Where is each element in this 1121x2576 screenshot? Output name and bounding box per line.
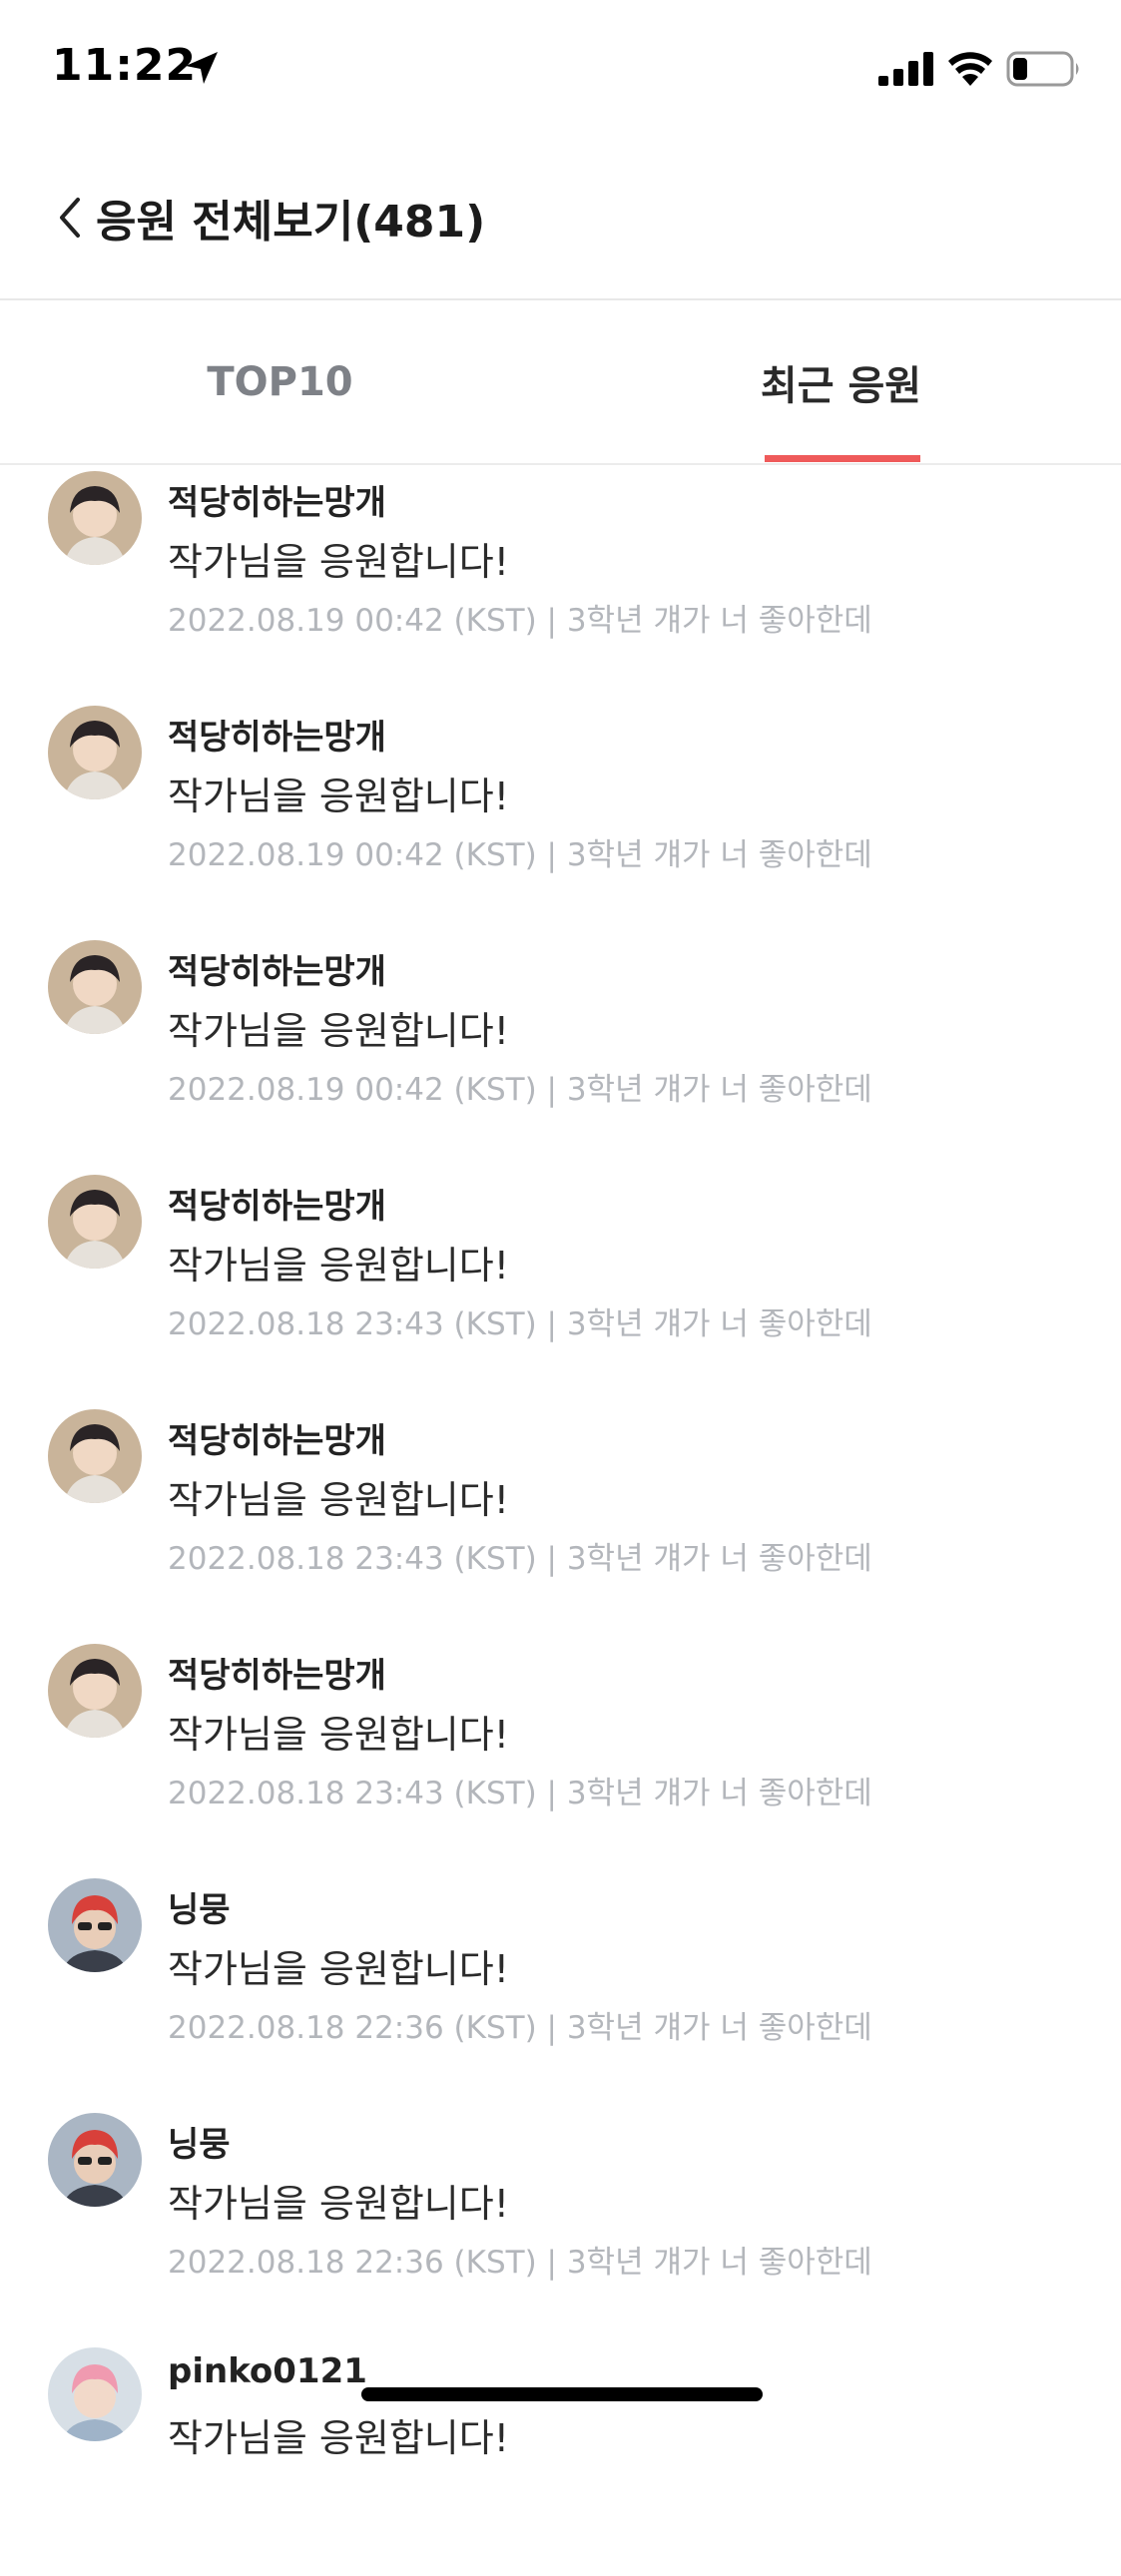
nickname: 적당히하는망개: [168, 718, 386, 758]
cheer-meta: 2022.08.19 00:42 (KST) | 3학년 걔가 너 좋아한데: [168, 603, 872, 639]
cheer-message: 작가님을 응원합니다!: [168, 1244, 509, 1288]
cheer-message: 작가님을 응원합니다!: [168, 1478, 509, 1522]
cellular-signal-icon: [878, 52, 933, 86]
avatar-image: [48, 1644, 142, 1738]
nickname: 적당히하는망개: [168, 1187, 386, 1227]
nickname: 적당히하는망개: [168, 952, 386, 992]
nickname: 닝뭉: [168, 2125, 231, 2165]
cheer-meta: 2022.08.18 22:36 (KST) | 3학년 걔가 너 좋아한데: [168, 2245, 872, 2281]
nickname: 닝뭉: [168, 1890, 231, 1930]
avatar-image: [48, 706, 142, 799]
page-title: 응원 전체보기(481): [96, 197, 486, 248]
cheer-meta: 2022.08.18 23:43 (KST) | 3학년 걔가 너 좋아한데: [168, 1541, 872, 1577]
battery-icon: [1006, 51, 1079, 87]
avatar[interactable]: [48, 706, 142, 799]
tab-top10[interactable]: TOP10: [0, 300, 560, 464]
avatar-image: [48, 2347, 142, 2441]
avatar[interactable]: [48, 471, 142, 565]
avatar[interactable]: [48, 1644, 142, 1738]
cheer-message: 작가님을 응원합니다!: [168, 2182, 509, 2226]
avatar-image: [48, 1878, 142, 1972]
list-item: 적당히하는망개 작가님을 응원합니다! 2022.08.18 23:43 (KS…: [0, 1169, 1121, 1403]
list-item: 적당히하는망개 작가님을 응원합니다! 2022.08.18 23:43 (KS…: [0, 1638, 1121, 1872]
avatar-image: [48, 1409, 142, 1503]
avatar[interactable]: [48, 2347, 142, 2441]
avatar[interactable]: [48, 2113, 142, 2207]
cheer-message: 작가님을 응원합니다!: [168, 540, 509, 584]
status-time: 11:22: [52, 40, 198, 91]
list-item: 적당히하는망개 작가님을 응원합니다! 2022.08.19 00:42 (KS…: [0, 700, 1121, 934]
list-item: 적당히하는망개 작가님을 응원합니다! 2022.08.18 23:43 (KS…: [0, 1403, 1121, 1638]
cheer-message: 작가님을 응원합니다!: [168, 2416, 509, 2460]
cheer-list[interactable]: 적당히하는망개 작가님을 응원합니다! 2022.08.19 00:42 (KS…: [0, 465, 1121, 2576]
chevron-left-icon[interactable]: [56, 196, 84, 240]
nickname: pinko0121: [168, 2351, 367, 2391]
location-arrow-icon: [186, 52, 218, 84]
avatar-image: [48, 940, 142, 1034]
avatar-image: [48, 2113, 142, 2207]
list-item: 적당히하는망개 작가님을 응원합니다! 2022.08.19 00:42 (KS…: [0, 934, 1121, 1169]
tab-recent[interactable]: 최근 응원: [561, 300, 1121, 464]
list-item: 적당히하는망개 작가님을 응원합니다! 2022.08.19 00:42 (KS…: [0, 465, 1121, 700]
nickname: 적당히하는망개: [168, 483, 386, 523]
avatar[interactable]: [48, 1878, 142, 1972]
cheer-meta: 2022.08.18 23:43 (KST) | 3학년 걔가 너 좋아한데: [168, 1776, 872, 1811]
cheer-meta: 2022.08.19 00:42 (KST) | 3학년 걔가 너 좋아한데: [168, 837, 872, 873]
home-indicator: [361, 2387, 763, 2401]
cheer-message: 작가님을 응원합니다!: [168, 774, 509, 818]
list-item: 닝뭉 작가님을 응원합니다! 2022.08.18 22:36 (KST) | …: [0, 2107, 1121, 2341]
cheer-meta: 2022.08.18 22:36 (KST) | 3학년 걔가 너 좋아한데: [168, 2010, 872, 2046]
list-item: pinko0121 작가님을 응원합니다!: [0, 2341, 1121, 2576]
cheer-message: 작가님을 응원합니다!: [168, 1947, 509, 1991]
wifi-icon: [948, 52, 992, 86]
cheer-meta: 2022.08.19 00:42 (KST) | 3학년 걔가 너 좋아한데: [168, 1072, 872, 1108]
nickname: 적당히하는망개: [168, 1421, 386, 1461]
avatar[interactable]: [48, 1175, 142, 1269]
avatar[interactable]: [48, 940, 142, 1034]
list-item: 닝뭉 작가님을 응원합니다! 2022.08.18 22:36 (KST) | …: [0, 1872, 1121, 2107]
tab-bar: TOP10 최근 응원: [0, 300, 1121, 464]
active-tab-indicator: [765, 455, 920, 462]
avatar-image: [48, 471, 142, 565]
cheer-message: 작가님을 응원합니다!: [168, 1009, 509, 1053]
status-bar: 11:22: [0, 0, 1121, 140]
cheer-message: 작가님을 응원합니다!: [168, 1713, 509, 1757]
nickname: 적당히하는망개: [168, 1656, 386, 1696]
avatar[interactable]: [48, 1409, 142, 1503]
cheer-meta: 2022.08.18 23:43 (KST) | 3학년 걔가 너 좋아한데: [168, 1306, 872, 1342]
avatar-image: [48, 1175, 142, 1269]
